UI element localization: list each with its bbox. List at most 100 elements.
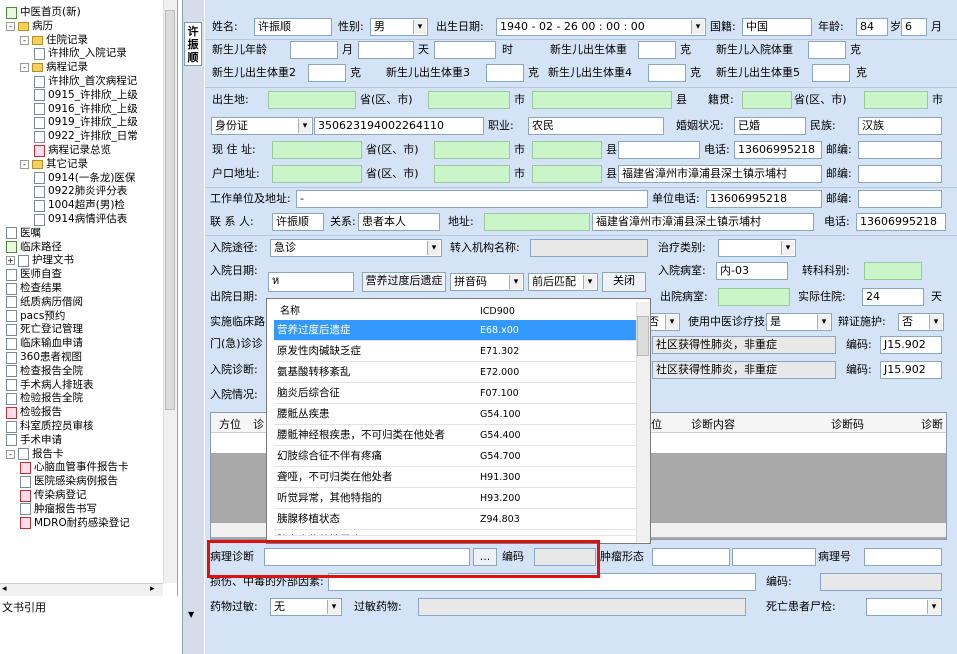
- contact-field[interactable]: 许振顺: [272, 213, 324, 231]
- tree-item[interactable]: 医嘱: [6, 227, 41, 240]
- scroll-right-icon[interactable]: ▸: [150, 584, 155, 594]
- injury-code-field[interactable]: [820, 573, 942, 591]
- expand-icon[interactable]: +: [6, 256, 15, 266]
- newborn-admit-weight-field[interactable]: [808, 41, 846, 59]
- collapse-icon[interactable]: -: [6, 21, 15, 31]
- tree-item[interactable]: - 报告卡: [6, 448, 64, 461]
- tree-item[interactable]: 0922肺炎评分表: [34, 185, 127, 198]
- popup-row[interactable]: 胰腺移植状态 Z94.803: [274, 509, 636, 530]
- tree-item[interactable]: 医院感染病例报告: [20, 475, 118, 488]
- contact-phone-field[interactable]: 13606995218: [856, 213, 946, 231]
- name-field[interactable]: 许振顺: [254, 18, 332, 36]
- popup-row[interactable]: 营养过度后遗症 E68.x00: [274, 320, 636, 341]
- popup-row[interactable]: 脑炎后综合征 F07.100: [274, 383, 636, 404]
- scroll-left-icon[interactable]: ◂: [2, 584, 7, 594]
- chevron-down-icon[interactable]: ▼: [188, 610, 198, 620]
- newborn-weight5-field[interactable]: [812, 64, 850, 82]
- tree-item[interactable]: 医师自查: [6, 268, 62, 281]
- relation-field[interactable]: 患者本人: [358, 213, 440, 231]
- job-field[interactable]: 农民: [528, 117, 664, 135]
- newborn-weight2-field[interactable]: [308, 64, 346, 82]
- tree-item[interactable]: 死亡登记管理: [6, 323, 83, 336]
- current-county-field[interactable]: [532, 141, 602, 159]
- tree-item[interactable]: 心脑血管事件报告卡: [20, 461, 129, 474]
- tree-item[interactable]: - 其它记录: [20, 158, 88, 171]
- admit-diagnosis-field[interactable]: 社区获得性肺炎，非重症: [652, 361, 836, 379]
- diagnosis-search-input[interactable]: ห: [268, 272, 354, 292]
- newborn-weight4-field[interactable]: [648, 64, 686, 82]
- contact-address-field[interactable]: 福建省漳州市漳浦县深土镇示埔村: [592, 213, 814, 231]
- opd-diagnosis-field[interactable]: 社区获得性肺炎，非重症: [652, 336, 836, 354]
- tree-item[interactable]: 0922_许排欣_日常: [34, 130, 138, 143]
- pinyin-select[interactable]: 拼音码: [450, 273, 524, 291]
- patient-tab[interactable]: 许振顺: [184, 22, 202, 66]
- popup-row[interactable]: 幻肢综合征不伴有疼痛 G54.700: [274, 446, 636, 467]
- popup-row[interactable]: 听觉异常，其他特指的 H93.200: [274, 488, 636, 509]
- tree-item[interactable]: 传染病登记: [20, 489, 87, 502]
- tree-item[interactable]: 检验报告全院: [6, 392, 83, 405]
- transfer-field[interactable]: [530, 239, 648, 257]
- admit-ward-field[interactable]: 内-03: [716, 262, 788, 280]
- collapse-icon[interactable]: -: [6, 449, 15, 459]
- ethnic-field[interactable]: 汉族: [858, 117, 942, 135]
- contact-address-region-field[interactable]: [484, 213, 590, 231]
- discharge-ward-field[interactable]: [718, 288, 790, 306]
- birthplace-province-field[interactable]: [268, 91, 356, 109]
- transfer-dept-field[interactable]: [864, 262, 922, 280]
- work-zip-field[interactable]: [858, 190, 942, 208]
- popup-row[interactable]: 氨基酸转移紊乱 E72.000: [274, 362, 636, 383]
- zip-field[interactable]: [858, 141, 942, 159]
- close-button[interactable]: 关闭: [602, 272, 646, 292]
- tree-item[interactable]: 许排欣_入院记录: [34, 47, 127, 60]
- tree-item[interactable]: 0914(一条龙)医保: [34, 172, 135, 185]
- phone-field[interactable]: 13606995218: [734, 141, 822, 159]
- current-province-field[interactable]: [272, 141, 362, 159]
- tree-item[interactable]: pacs预约: [6, 310, 65, 323]
- marital-field[interactable]: 已婚: [734, 117, 806, 135]
- work-field[interactable]: -: [296, 190, 648, 208]
- match-mode-select[interactable]: 前后匹配: [528, 273, 598, 291]
- tree-item[interactable]: MDRO耐药感染登记: [20, 517, 130, 530]
- popup-row[interactable]: 原发性肉碱缺乏症 E71.302: [274, 341, 636, 362]
- work-phone-field[interactable]: 13606995218: [706, 190, 822, 208]
- birthplace-city-field[interactable]: [428, 91, 510, 109]
- collapse-icon[interactable]: -: [20, 159, 29, 169]
- tree-scroll-thumb[interactable]: [165, 10, 175, 410]
- newborn-weight3-field[interactable]: [486, 64, 524, 82]
- tree-item[interactable]: 360患者视图: [6, 351, 82, 364]
- id-type-select[interactable]: 身份证: [211, 117, 313, 135]
- age-month-field[interactable]: 6: [901, 18, 927, 36]
- newborn-birth-weight-field[interactable]: [638, 41, 676, 59]
- hukou-street-field[interactable]: 福建省漳州市漳浦县深土镇示埔村: [618, 165, 822, 183]
- admit-code-field[interactable]: J15.902: [880, 361, 942, 379]
- newborn-day-field[interactable]: [434, 41, 496, 59]
- newborn-age-field[interactable]: [290, 41, 338, 59]
- tree-item[interactable]: 检验报告: [6, 406, 62, 419]
- hukou-county-field[interactable]: [532, 165, 602, 183]
- stay-field[interactable]: 24: [862, 288, 924, 306]
- allergy-drug-field[interactable]: [418, 598, 746, 616]
- collapse-icon[interactable]: -: [20, 35, 29, 45]
- pathology-number-field[interactable]: [864, 548, 942, 566]
- tumor-field-2[interactable]: [732, 548, 816, 566]
- autopsy-select[interactable]: [866, 598, 942, 616]
- tree-item[interactable]: 许排欣_首次病程记: [34, 75, 137, 88]
- age-field[interactable]: 84: [856, 18, 888, 36]
- tree-item[interactable]: 检查报告全院: [6, 365, 83, 378]
- tree-item[interactable]: 纸质病历借阅: [6, 296, 83, 309]
- dob-field[interactable]: 1940 - 02 - 26 00 : 00 : 00: [496, 18, 706, 36]
- native-city-field[interactable]: [864, 91, 928, 109]
- treat-select[interactable]: [718, 239, 796, 257]
- popup-row[interactable]: 聋哑，不可归类在他处者 H91.300: [274, 467, 636, 488]
- tree-item[interactable]: 1004超声(男)检: [34, 199, 125, 212]
- collapse-icon[interactable]: -: [20, 63, 29, 73]
- popup-scroll-thumb[interactable]: [637, 316, 649, 356]
- tree-item[interactable]: 检查结果: [6, 282, 62, 295]
- admit-route-select[interactable]: 急诊: [270, 239, 442, 257]
- tree-horizontal-scrollbar[interactable]: ◂ ▸: [0, 583, 163, 596]
- tree-item[interactable]: 手术申请: [6, 434, 62, 447]
- tcm-tech-select[interactable]: 是: [766, 313, 832, 331]
- tumor-field[interactable]: [652, 548, 730, 566]
- native-province-field[interactable]: [742, 91, 792, 109]
- tree-item[interactable]: 病程记录总览: [34, 144, 111, 157]
